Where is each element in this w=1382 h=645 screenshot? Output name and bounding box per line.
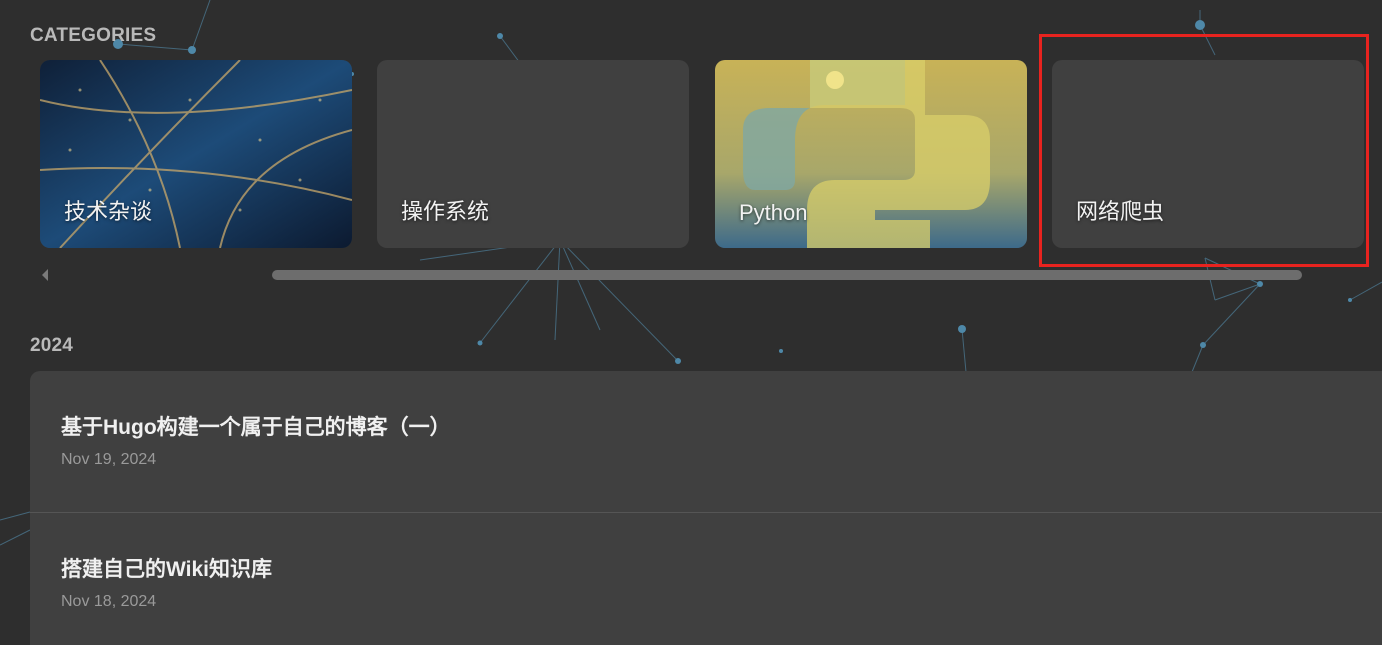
post-title[interactable]: 基于Hugo构建一个属于自己的博客（一） [61, 411, 451, 441]
category-card-python[interactable]: Python [715, 60, 1027, 248]
post-item[interactable]: 搭建自己的Wiki知识库 Nov 18, 2024 [30, 513, 1382, 645]
post-title[interactable]: 搭建自己的Wiki知识库 [61, 553, 272, 583]
category-label: Python [739, 200, 808, 225]
category-card-tech[interactable]: 技术杂谈 [40, 60, 352, 248]
carousel-scrollbar[interactable] [272, 270, 1302, 280]
post-date: Nov 18, 2024 [61, 593, 157, 610]
category-carousel: 技术杂谈 操作系统 Python 网络爬虫 [40, 60, 1370, 248]
category-card-crawler[interactable]: 网络爬虫 [1052, 60, 1364, 248]
post-date: Nov 19, 2024 [61, 451, 157, 468]
categories-heading: CATEGORIES [30, 25, 157, 46]
year-heading: 2024 [30, 335, 74, 356]
page: CATEGORIES 技术杂谈 操作系统 Python 网络爬虫 2024 基于… [0, 0, 1382, 645]
category-label: 技术杂谈 [64, 199, 153, 224]
category-label: 操作系统 [401, 199, 490, 224]
post-item[interactable]: 基于Hugo构建一个属于自己的博客（一） Nov 19, 2024 [30, 371, 1382, 513]
category-card-os[interactable]: 操作系统 [377, 60, 689, 248]
category-label: 网络爬虫 [1076, 199, 1165, 224]
post-list: 基于Hugo构建一个属于自己的博客（一） Nov 19, 2024 搭建自己的W… [30, 371, 1382, 645]
caret-left-icon[interactable] [38, 266, 52, 284]
